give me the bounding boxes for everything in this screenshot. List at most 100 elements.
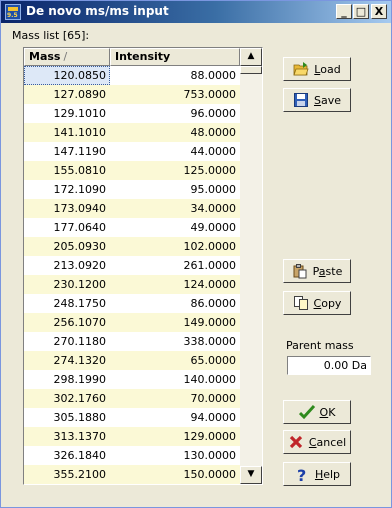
minimize-button[interactable]: _ xyxy=(336,4,352,19)
scroll-down-button[interactable]: ▼ xyxy=(240,466,262,484)
scroll-up-button[interactable]: ▲ xyxy=(240,48,262,66)
intensity-cell[interactable]: 44.0000 xyxy=(110,142,240,161)
intensity-cell[interactable]: 261.0000 xyxy=(110,256,240,275)
table-row[interactable]: 127.0890 753.0000 xyxy=(24,85,240,104)
intensity-cell[interactable]: 338.0000 xyxy=(110,332,240,351)
table-row[interactable]: 213.0920 261.0000 xyxy=(24,256,240,275)
table-row[interactable]: 172.1090 95.0000 xyxy=(24,180,240,199)
mass-list-table[interactable]: Mass / Intensity 120.0850 88.0000 127.0890 7… xyxy=(23,47,263,485)
intensity-cell[interactable]: 753.0000 xyxy=(110,85,240,104)
intensity-cell[interactable]: 150.0000 xyxy=(110,465,240,484)
mass-cell[interactable]: 326.1840 xyxy=(24,446,110,465)
table-row[interactable]: 248.1750 86.0000 xyxy=(24,294,240,313)
help-button-label: Help xyxy=(314,467,341,481)
mass-cell[interactable]: 213.0920 xyxy=(24,256,110,275)
intensity-cell[interactable]: 102.0000 xyxy=(110,237,240,256)
table-row[interactable]: 302.1760 70.0000 xyxy=(24,389,240,408)
ok-button[interactable]: OK xyxy=(283,400,351,424)
intensity-cell[interactable]: 125.0000 xyxy=(110,161,240,180)
save-button[interactable]: Save xyxy=(283,88,351,112)
save-button-label: Save xyxy=(313,93,341,107)
copy-button[interactable]: Copy xyxy=(283,291,351,315)
column-header-intensity[interactable]: Intensity xyxy=(110,48,240,66)
intensity-cell[interactable]: 140.0000 xyxy=(110,370,240,389)
mass-cell[interactable]: 141.1010 xyxy=(24,123,110,142)
intensity-cell[interactable]: 88.0000 xyxy=(110,66,240,85)
intensity-cell[interactable]: 149.0000 xyxy=(110,313,240,332)
column-header-mass[interactable]: Mass / xyxy=(24,48,110,66)
intensity-cell[interactable]: 65.0000 xyxy=(110,351,240,370)
intensity-cell[interactable]: 124.0000 xyxy=(110,275,240,294)
mass-cell[interactable]: 129.1010 xyxy=(24,104,110,123)
floppy-disk-icon xyxy=(293,92,309,108)
sort-indicator: / xyxy=(63,50,68,63)
table-row[interactable]: 205.0930 102.0000 xyxy=(24,237,240,256)
table-row[interactable]: 147.1190 44.0000 xyxy=(24,142,240,161)
mass-cell[interactable]: 120.0850 xyxy=(24,66,110,85)
paste-button[interactable]: Paste xyxy=(283,259,351,283)
table-row[interactable]: 274.1320 65.0000 xyxy=(24,351,240,370)
mass-cell[interactable]: 173.0940 xyxy=(24,199,110,218)
scroll-thumb[interactable] xyxy=(240,66,262,74)
mass-cell[interactable]: 155.0810 xyxy=(24,161,110,180)
intensity-cell[interactable]: 86.0000 xyxy=(110,294,240,313)
vertical-scrollbar[interactable]: ▲ ▼ xyxy=(240,48,262,484)
intensity-cell[interactable]: 130.0000 xyxy=(110,446,240,465)
copy-button-label: Copy xyxy=(313,296,342,310)
mass-cell[interactable]: 147.1190 xyxy=(24,142,110,161)
paste-button-label: Paste xyxy=(312,264,343,278)
maximize-button[interactable]: □ xyxy=(353,4,369,19)
close-button[interactable]: X xyxy=(371,4,387,19)
intensity-cell[interactable]: 34.0000 xyxy=(110,199,240,218)
ok-button-label: OK xyxy=(319,405,336,419)
mass-cell[interactable]: 256.1070 xyxy=(24,313,110,332)
table-row[interactable]: 141.1010 48.0000 xyxy=(24,123,240,142)
parent-mass-label: Parent mass xyxy=(286,339,354,352)
table-row[interactable]: 120.0850 88.0000 xyxy=(24,66,240,85)
table-row[interactable]: 305.1880 94.0000 xyxy=(24,408,240,427)
intensity-cell[interactable]: 70.0000 xyxy=(110,389,240,408)
table-row[interactable]: 155.0810 125.0000 xyxy=(24,161,240,180)
load-button[interactable]: Load xyxy=(283,57,351,81)
table-row[interactable]: 313.1370 129.0000 xyxy=(24,427,240,446)
cancel-button[interactable]: Cancel xyxy=(283,430,351,454)
table-row[interactable]: 270.1180 338.0000 xyxy=(24,332,240,351)
table-row[interactable]: 256.1070 149.0000 xyxy=(24,313,240,332)
cancel-button-label: Cancel xyxy=(308,435,347,449)
mass-cell[interactable]: 274.1320 xyxy=(24,351,110,370)
mass-cell[interactable]: 270.1180 xyxy=(24,332,110,351)
mass-cell[interactable]: 298.1990 xyxy=(24,370,110,389)
table-row[interactable]: 298.1990 140.0000 xyxy=(24,370,240,389)
cross-icon xyxy=(288,434,304,450)
parent-mass-input[interactable]: 0.00 Da xyxy=(287,356,371,375)
mass-cell[interactable]: 127.0890 xyxy=(24,85,110,104)
mass-cell[interactable]: 205.0930 xyxy=(24,237,110,256)
help-button[interactable]: ? Help xyxy=(283,462,351,486)
intensity-cell[interactable]: 48.0000 xyxy=(110,123,240,142)
mass-cell[interactable]: 305.1880 xyxy=(24,408,110,427)
app-icon-text: 9.5 xyxy=(7,12,18,19)
intensity-cell[interactable]: 49.0000 xyxy=(110,218,240,237)
mass-cell[interactable]: 355.2100 xyxy=(24,465,110,484)
paste-icon xyxy=(292,263,308,279)
intensity-cell[interactable]: 95.0000 xyxy=(110,180,240,199)
mass-list-viewport: Mass / Intensity 120.0850 88.0000 127.0890 7… xyxy=(24,48,240,484)
table-row[interactable]: 177.0640 49.0000 xyxy=(24,218,240,237)
mass-cell[interactable]: 177.0640 xyxy=(24,218,110,237)
mass-cell[interactable]: 302.1760 xyxy=(24,389,110,408)
mass-cell[interactable]: 230.1200 xyxy=(24,275,110,294)
intensity-cell[interactable]: 96.0000 xyxy=(110,104,240,123)
mass-cell[interactable]: 248.1750 xyxy=(24,294,110,313)
table-row[interactable]: 355.2100 150.0000 xyxy=(24,465,240,484)
table-row[interactable]: 230.1200 124.0000 xyxy=(24,275,240,294)
intensity-cell[interactable]: 94.0000 xyxy=(110,408,240,427)
mass-list-label: Mass list [65]: xyxy=(12,29,90,42)
table-row[interactable]: 129.1010 96.0000 xyxy=(24,104,240,123)
table-row[interactable]: 326.1840 130.0000 xyxy=(24,446,240,465)
intensity-cell[interactable]: 129.0000 xyxy=(110,427,240,446)
mass-cell[interactable]: 313.1370 xyxy=(24,427,110,446)
copy-icon xyxy=(293,295,309,311)
table-row[interactable]: 173.0940 34.0000 xyxy=(24,199,240,218)
mass-cell[interactable]: 172.1090 xyxy=(24,180,110,199)
title-bar[interactable]: 9.5 De novo ms/ms input _ □ X xyxy=(1,1,391,23)
